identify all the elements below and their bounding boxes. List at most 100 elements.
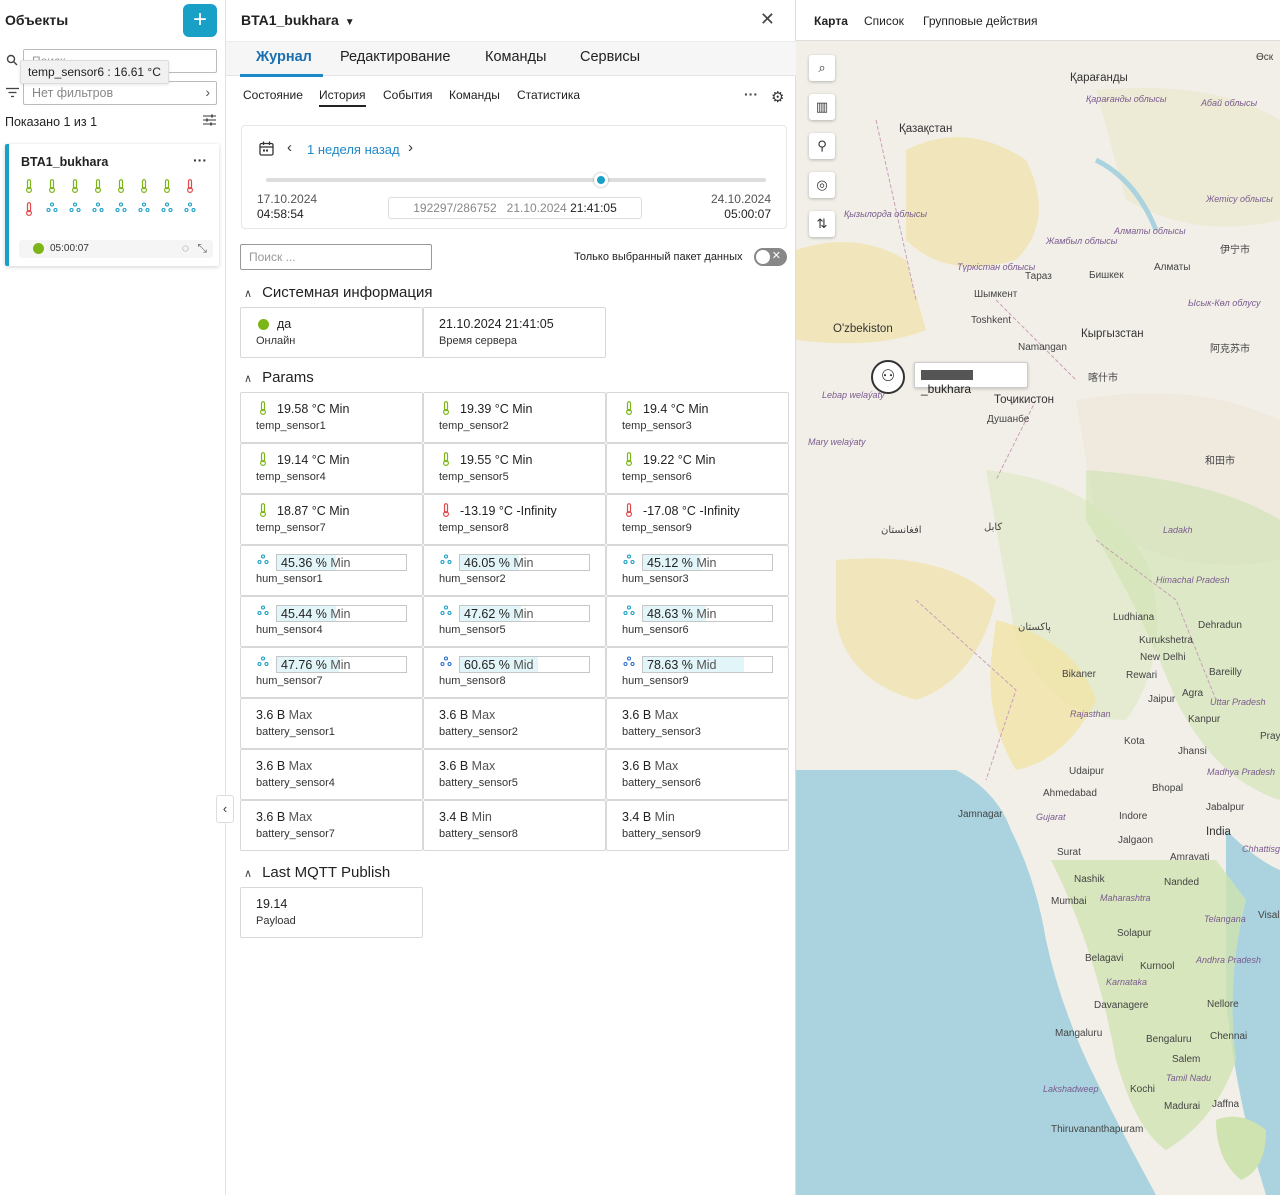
param-hum_sensor5[interactable]: 47.62 % Min hum_sensor5	[423, 596, 606, 647]
map-place-label: Karnataka	[1106, 977, 1148, 987]
param-server-time[interactable]: 21.10.2024 21:41:05 Время сервера	[423, 307, 606, 358]
tab-services[interactable]: Сервисы	[580, 49, 640, 65]
more-icon[interactable]: ···	[193, 152, 207, 168]
object-marker[interactable]: ⚇	[871, 360, 905, 394]
map-route-icon[interactable]: ⇅	[809, 211, 835, 237]
param-tag: -Infinity	[699, 504, 740, 518]
only-selected-toggle[interactable]: ✕	[754, 248, 787, 266]
params-search-input[interactable]: Поиск ...	[240, 244, 432, 270]
param-battery_sensor4[interactable]: 3.6 В Max battery_sensor4	[240, 749, 423, 800]
param-temp_sensor7[interactable]: 18.87 °C Min temp_sensor7	[240, 494, 423, 545]
history-slider[interactable]	[266, 173, 766, 187]
param-battery_sensor3[interactable]: 3.6 В Max battery_sensor3	[606, 698, 789, 749]
close-icon[interactable]: ✕	[760, 9, 775, 30]
marker-label-text: _bukhara	[921, 382, 972, 396]
param-name: hum_sensor8	[439, 675, 506, 687]
param-hum_sensor2[interactable]: 46.05 % Min hum_sensor2	[423, 545, 606, 596]
section-params-header[interactable]: ∧ Params	[244, 369, 314, 386]
param-value-number: 19.39 °C	[460, 402, 509, 416]
humidity-icon	[623, 656, 635, 671]
object-card[interactable]: BTA1_bukhara ··· 05:00:07 ◌ ⤡	[5, 144, 219, 266]
param-tag: Min	[329, 453, 350, 467]
param-hum_sensor4[interactable]: 45.44 % Min hum_sensor4	[240, 596, 423, 647]
map-locate-icon[interactable]: ◎	[809, 172, 835, 198]
object-marker-label[interactable]: _bukhara	[914, 362, 1028, 396]
param-battery_sensor7[interactable]: 3.6 В Max battery_sensor7	[240, 800, 423, 851]
tab-group-actions[interactable]: Групповые действия	[923, 14, 1038, 28]
param-temp_sensor5[interactable]: 19.55 °C Min temp_sensor5	[423, 443, 606, 494]
param-battery_sensor9[interactable]: 3.4 В Min battery_sensor9	[606, 800, 789, 851]
param-hum_sensor6[interactable]: 48.63 % Min hum_sensor6	[606, 596, 789, 647]
object-title-dropdown[interactable]: BTA1_bukhara ▼	[241, 12, 355, 28]
param-name: battery_sensor8	[439, 828, 518, 840]
map-place-label: Amravati	[1170, 852, 1210, 863]
map-pin-icon[interactable]: ⚲	[809, 133, 835, 159]
map-layers-icon[interactable]: ▥	[809, 94, 835, 120]
param-temp_sensor9[interactable]: -17.08 °C -Infinity temp_sensor9	[606, 494, 789, 545]
map-place-label: Алматы облысы	[1114, 226, 1186, 236]
thermometer-icon	[625, 401, 633, 418]
param-temp_sensor6[interactable]: 19.22 °C Min temp_sensor6	[606, 443, 789, 494]
param-mqtt-payload[interactable]: 19.14 Payload	[240, 887, 423, 938]
param-hum_sensor1[interactable]: 45.36 % Min hum_sensor1	[240, 545, 423, 596]
param-value: 19.22 °C Min	[643, 453, 715, 467]
param-name: Payload	[256, 915, 296, 927]
param-value-number: 3.4 В	[622, 810, 652, 824]
expand-icon[interactable]: ⤡	[197, 241, 207, 256]
section-system-header[interactable]: ∧ Системная информация	[244, 284, 432, 301]
map-search-icon[interactable]: ⌕	[809, 55, 835, 81]
subtab-events[interactable]: События	[383, 88, 433, 102]
add-object-button[interactable]: +	[183, 4, 217, 37]
param-hum_sensor3[interactable]: 45.12 % Min hum_sensor3	[606, 545, 789, 596]
param-value: 3.6 В Max	[256, 810, 312, 824]
param-temp_sensor2[interactable]: 19.39 °C Min temp_sensor2	[423, 392, 606, 443]
humidity-icon	[623, 554, 635, 569]
param-hum_sensor7[interactable]: 47.76 % Min hum_sensor7	[240, 647, 423, 698]
param-value: 19.55 °C Min	[460, 453, 532, 467]
period-label[interactable]: 1 неделя назад	[307, 142, 400, 157]
tab-map[interactable]: Карта	[814, 14, 848, 28]
tab-commands[interactable]: Команды	[485, 49, 546, 65]
humidity-level-bar: 78.63 % Mid	[642, 656, 773, 673]
param-value-number: 19.4 °C	[643, 402, 685, 416]
gear-icon[interactable]: ⚙	[771, 88, 784, 106]
param-battery_sensor8[interactable]: 3.4 В Min battery_sensor8	[423, 800, 606, 851]
param-battery_sensor2[interactable]: 3.6 В Max battery_sensor2	[423, 698, 606, 749]
param-battery_sensor1[interactable]: 3.6 В Max battery_sensor1	[240, 698, 423, 749]
param-online[interactable]: да Онлайн	[240, 307, 423, 358]
param-tag: Max	[471, 708, 496, 722]
subtab-commands[interactable]: Команды	[449, 88, 500, 102]
param-hum_sensor9[interactable]: 78.63 % Mid hum_sensor9	[606, 647, 789, 698]
more-icon[interactable]: ···	[744, 86, 758, 102]
section-mqtt-header[interactable]: ∧ Last MQTT Publish	[244, 864, 390, 881]
calendar-icon[interactable]	[259, 141, 274, 159]
param-name: temp_sensor3	[622, 420, 692, 432]
map-canvas[interactable]	[796, 0, 1280, 1195]
settings-sliders-icon[interactable]	[203, 114, 216, 129]
param-hum_sensor8[interactable]: 60.65 % Mid hum_sensor8	[423, 647, 606, 698]
param-temp_sensor3[interactable]: 19.4 °C Min temp_sensor3	[606, 392, 789, 443]
filter-select[interactable]: Нет фильтров ›	[23, 81, 217, 105]
subtab-history[interactable]: История	[319, 88, 366, 107]
prev-period-icon[interactable]: ‹	[287, 139, 292, 156]
humidity-icon	[623, 605, 635, 620]
param-temp_sensor1[interactable]: 19.58 °C Min temp_sensor1	[240, 392, 423, 443]
tab-list[interactable]: Список	[864, 14, 904, 28]
collapse-panel-button[interactable]: ‹	[216, 795, 234, 823]
tab-journal[interactable]: Журнал	[256, 49, 312, 65]
humidity-icon	[440, 554, 452, 569]
param-value-number: 3.6 В	[256, 708, 286, 722]
subtab-state[interactable]: Состояние	[243, 88, 303, 102]
shown-count: Показано 1 из 1	[5, 115, 98, 129]
next-period-icon[interactable]: ›	[408, 139, 413, 156]
param-temp_sensor8[interactable]: -13.19 °C -Infinity temp_sensor8	[423, 494, 606, 545]
slider-handle[interactable]	[594, 173, 608, 187]
subtab-statistics[interactable]: Статистика	[517, 88, 580, 102]
tab-editing[interactable]: Редактирование	[340, 49, 450, 65]
param-battery_sensor5[interactable]: 3.6 В Max battery_sensor5	[423, 749, 606, 800]
humidity-level-bar: 45.12 % Min	[642, 554, 773, 571]
param-battery_sensor6[interactable]: 3.6 В Max battery_sensor6	[606, 749, 789, 800]
param-temp_sensor4[interactable]: 19.14 °C Min temp_sensor4	[240, 443, 423, 494]
locate-icon[interactable]: ◌	[182, 241, 189, 255]
map-panel[interactable]: Карта Список Групповые действия ⌕ ▥ ⚲ ◎ …	[796, 0, 1280, 1195]
